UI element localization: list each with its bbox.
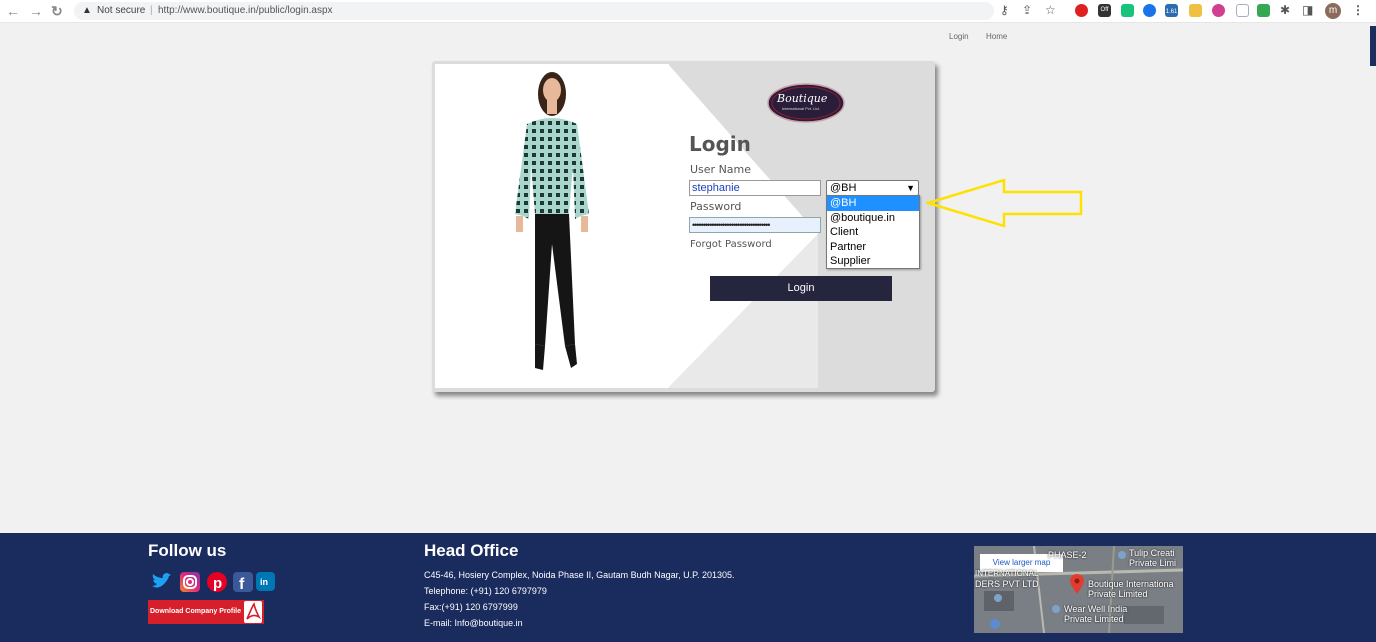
- password-label: Password: [690, 200, 742, 213]
- key-icon[interactable]: ⚷: [1000, 3, 1009, 17]
- office-telephone: Telephone: (+91) 120 6797979: [424, 586, 547, 596]
- download-profile-button[interactable]: Download Company Profile: [148, 600, 264, 624]
- facebook-icon[interactable]: f: [233, 572, 253, 593]
- domain-option-bh[interactable]: @BH: [827, 196, 919, 211]
- pdf-icon: [244, 601, 262, 623]
- domain-option-supplier[interactable]: Supplier: [827, 254, 919, 269]
- office-address: C45-46, Hosiery Complex, Noida Phase II,…: [424, 570, 735, 580]
- linkedin-icon[interactable]: in: [256, 572, 275, 591]
- svg-text:f: f: [239, 576, 245, 592]
- map-label: Private Limited: [1088, 589, 1148, 599]
- extension-green-icon[interactable]: [1121, 4, 1134, 17]
- warning-icon: ▲: [82, 5, 92, 16]
- map-label: DERS PVT LTD: [975, 579, 1039, 589]
- url-text[interactable]: http://www.boutique.in/public/login.aspx: [158, 2, 333, 20]
- domain-option-client[interactable]: Client: [827, 225, 919, 240]
- follow-heading: Follow us: [148, 541, 227, 560]
- nav-login-link[interactable]: Login: [949, 32, 969, 41]
- map-label: Wear Well India: [1064, 604, 1128, 614]
- map-label: Tulip Creati: [1129, 548, 1175, 558]
- logo-subtext: International Pvt. Ltd.: [782, 106, 820, 111]
- map-label: PHASE-2: [1048, 550, 1087, 560]
- domain-dropdown-list: @BH @boutique.in Client Partner Supplier: [826, 195, 920, 269]
- domain-selected-value: @BH: [830, 182, 857, 194]
- pinterest-icon[interactable]: p: [207, 572, 227, 592]
- map-label: Private Limited: [1064, 614, 1124, 624]
- username-input[interactable]: stephanie: [689, 180, 821, 196]
- browser-toolbar: ← → ↻ ▲ Not secure | http://www.boutique…: [0, 0, 1376, 23]
- nav-home-link[interactable]: Home: [986, 32, 1007, 41]
- forgot-password-link[interactable]: Forgot Password: [690, 239, 772, 250]
- scrollbar-thumb[interactable]: [1370, 26, 1376, 66]
- office-email[interactable]: E-mail: Info@boutique.in: [424, 618, 523, 628]
- extension-small-icon[interactable]: [1236, 4, 1249, 17]
- menu-icon[interactable]: ⋮: [1352, 3, 1364, 17]
- download-profile-label: Download Company Profile: [150, 608, 242, 615]
- map-label: INTERNATIONAL: [975, 569, 1039, 578]
- share-icon[interactable]: ⇪: [1022, 3, 1032, 17]
- scrollbar[interactable]: [1369, 23, 1376, 533]
- svg-text:in: in: [260, 577, 268, 587]
- domain-option-boutique[interactable]: @boutique.in: [827, 211, 919, 226]
- domain-option-partner[interactable]: Partner: [827, 240, 919, 255]
- password-input[interactable]: ••••••••••••••••••••••••••••••••••••: [689, 217, 821, 233]
- office-fax: Fax:(+91) 120 6797999: [424, 602, 518, 612]
- back-icon[interactable]: ←: [6, 3, 20, 19]
- profile-avatar[interactable]: m: [1325, 3, 1341, 19]
- extension-colorwheel-icon[interactable]: [1212, 4, 1225, 17]
- office-heading: Head Office: [424, 541, 519, 560]
- map-label: Private Limi: [1129, 558, 1177, 568]
- badge-extension-icon[interactable]: 1.61: [1165, 4, 1178, 17]
- logo-text: Boutique: [777, 92, 828, 105]
- chevron-down-icon: ▼: [906, 183, 915, 193]
- security-label: Not secure: [97, 5, 146, 16]
- sidepanel-icon[interactable]: ◨: [1302, 3, 1313, 17]
- extension-yellow-icon[interactable]: [1189, 4, 1202, 17]
- extension-blue-icon[interactable]: [1143, 4, 1156, 17]
- instagram-icon[interactable]: [180, 572, 200, 592]
- twitter-icon[interactable]: [150, 572, 171, 592]
- username-label: User Name: [690, 163, 752, 176]
- reload-icon[interactable]: ↻: [51, 3, 63, 20]
- forward-icon[interactable]: →: [29, 3, 43, 19]
- extension-g-icon[interactable]: [1257, 4, 1270, 17]
- url-separator: |: [150, 5, 153, 16]
- map-label: Boutique Internationa: [1088, 579, 1174, 589]
- login-heading: Login: [689, 132, 751, 156]
- adblock-icon[interactable]: [1075, 4, 1088, 17]
- svg-text:p: p: [213, 575, 222, 592]
- off-extension-icon[interactable]: Off: [1098, 4, 1111, 17]
- model-photo: [435, 64, 669, 388]
- address-bar[interactable]: ▲ Not secure | http://www.boutique.in/pu…: [74, 2, 994, 20]
- domain-select[interactable]: @BH ▼: [826, 180, 919, 196]
- annotation-arrow: [926, 178, 1083, 228]
- star-icon[interactable]: ☆: [1045, 3, 1056, 17]
- puzzle-icon[interactable]: ✱: [1280, 3, 1290, 17]
- login-button[interactable]: Login: [710, 276, 892, 301]
